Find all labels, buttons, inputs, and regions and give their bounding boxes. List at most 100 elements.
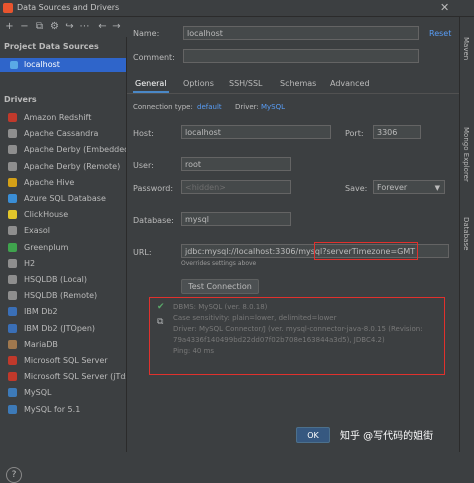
left-toolbar: + − ⧉ ⚙ ↪ ⋯ ← → [0, 17, 126, 37]
driver-icon [8, 226, 17, 236]
name-field[interactable]: localhost [183, 26, 419, 40]
tab-schemas[interactable]: Schemas [280, 79, 316, 88]
url-hint: Overrides settings above [181, 260, 257, 267]
driver-item[interactable]: Azure SQL Database [0, 192, 126, 206]
driver-label: Apache Derby (Remote) [24, 161, 121, 171]
driver-item[interactable]: HSQLDB (Local) [0, 273, 126, 287]
tab-bar: General Options SSH/SSL Schemas Advanced [127, 75, 459, 94]
drivers-header: Drivers [4, 95, 37, 104]
driver-label: Exasol [24, 226, 50, 236]
driver-item[interactable]: IBM Db2 (JTOpen) [0, 322, 126, 336]
driver-item[interactable]: Apache Hive [0, 176, 126, 190]
comment-field[interactable] [183, 49, 419, 63]
ok-button[interactable]: OK [296, 427, 330, 443]
tab-general[interactable]: General [135, 79, 167, 88]
name-label: Name: [133, 29, 160, 38]
save-label: Save: [345, 184, 368, 193]
driver-label: Greenplum [24, 242, 69, 252]
copy-icon[interactable]: ⧉ [33, 20, 46, 33]
details-panel: Name: localhost Reset Comment: General O… [127, 17, 459, 452]
url-param-highlight [314, 242, 418, 260]
help-icon[interactable]: ? [6, 467, 22, 483]
driver-item[interactable]: ClickHouse [0, 208, 126, 222]
password-field[interactable]: <hidden> [181, 180, 291, 194]
driver-icon [8, 210, 17, 220]
connection-type-label: Connection type: [133, 103, 193, 111]
driver-label: MariaDB [24, 339, 58, 349]
driver-item[interactable]: H2 [0, 257, 126, 271]
driver-label: Apache Cassandra [24, 129, 99, 139]
save-select[interactable]: Forever ▼ [373, 180, 445, 194]
database-icon [10, 61, 18, 69]
driver-icon [8, 388, 17, 398]
driver-icon [8, 113, 17, 122]
driver-icon [8, 372, 17, 382]
driver-item[interactable]: MySQL for 5.1 [0, 403, 126, 417]
driver-item[interactable]: Exasol [0, 224, 126, 238]
driver-icon [8, 177, 17, 187]
port-field[interactable]: 3306 [373, 125, 421, 139]
database-field[interactable]: mysql [181, 212, 291, 226]
copy-result-icon[interactable]: ⧉ [157, 317, 163, 327]
result-line-case: Case sensitivity: plain=lower, delimited… [173, 314, 337, 322]
more-icon[interactable]: ⋯ [78, 20, 91, 33]
success-check-icon: ✔ [157, 302, 165, 312]
tab-advanced[interactable]: Advanced [330, 79, 370, 88]
driver-item[interactable]: MySQL [0, 386, 126, 400]
reset-link[interactable]: Reset [429, 29, 451, 38]
tab-options[interactable]: Options [183, 79, 214, 88]
driver-item[interactable]: Greenplum [0, 241, 126, 255]
driver-label: Driver: [235, 103, 259, 111]
comment-label: Comment: [133, 53, 175, 62]
connection-type-link[interactable]: default [197, 103, 222, 111]
title-bar: Data Sources and Drivers ✕ [0, 0, 474, 17]
database-label: Database: [133, 216, 174, 225]
driver-item[interactable]: IBM Db2 [0, 305, 126, 319]
port-label: Port: [345, 129, 364, 138]
driver-icon [8, 323, 17, 333]
driver-label: Azure SQL Database [24, 194, 106, 203]
user-field[interactable]: root [181, 157, 291, 171]
add-icon[interactable]: + [3, 20, 16, 33]
driver-label: Apache Hive [24, 177, 75, 187]
driver-item[interactable]: Microsoft SQL Server (jTds) [0, 370, 126, 384]
driver-item[interactable]: MariaDB [0, 338, 126, 352]
settings-icon[interactable]: ⚙ [48, 20, 61, 33]
tool-window-database[interactable]: Database [462, 217, 470, 250]
data-source-label: localhost [24, 60, 60, 69]
remove-icon[interactable]: − [18, 20, 31, 33]
password-label: Password: [133, 184, 174, 193]
driver-icon [8, 275, 17, 284]
driver-icon [8, 339, 17, 349]
driver-label: IBM Db2 (JTOpen) [24, 323, 96, 333]
driver-item[interactable]: Apache Derby (Embedded) [0, 143, 126, 157]
driver-label: Microsoft SQL Server [24, 356, 108, 365]
driver-label: Apache Derby (Embedded) [24, 145, 126, 155]
url-label: URL: [133, 248, 152, 257]
driver-item[interactable]: Amazon Redshift [0, 111, 126, 125]
driver-label: MySQL [24, 388, 52, 398]
result-line-driver: Driver: MySQL Connector/J (ver. mysql-co… [173, 325, 423, 333]
tab-ssh-ssl[interactable]: SSH/SSL [229, 79, 262, 88]
back-icon[interactable]: ← [96, 20, 109, 33]
driver-item[interactable]: Microsoft SQL Server [0, 354, 126, 368]
driver-icon [8, 194, 17, 203]
save-select-value: Forever [377, 183, 408, 192]
driver-item[interactable]: Apache Cassandra [0, 127, 126, 141]
tool-window-mongo[interactable]: Mongo Explorer [462, 127, 470, 182]
driver-item[interactable]: HSQLDB (Remote) [0, 289, 126, 303]
driver-label: H2 [24, 258, 36, 268]
driver-item[interactable]: Apache Derby (Remote) [0, 160, 126, 174]
tool-window-maven[interactable]: Maven [462, 37, 470, 60]
host-field[interactable]: localhost [181, 125, 331, 139]
forward-icon[interactable]: → [110, 20, 123, 33]
test-connection-button[interactable]: Test Connection [181, 279, 259, 294]
data-source-item[interactable]: localhost [0, 58, 126, 72]
url-value: jdbc:mysql://localhost:3306/mysql [185, 247, 323, 256]
close-icon[interactable]: ✕ [440, 1, 449, 14]
driver-label: Amazon Redshift [24, 113, 92, 122]
driver-link[interactable]: MySQL [261, 103, 285, 111]
driver-label: Microsoft SQL Server (jTds) [24, 372, 126, 382]
connect-icon[interactable]: ↪ [63, 20, 76, 33]
driver-icon [8, 307, 17, 317]
